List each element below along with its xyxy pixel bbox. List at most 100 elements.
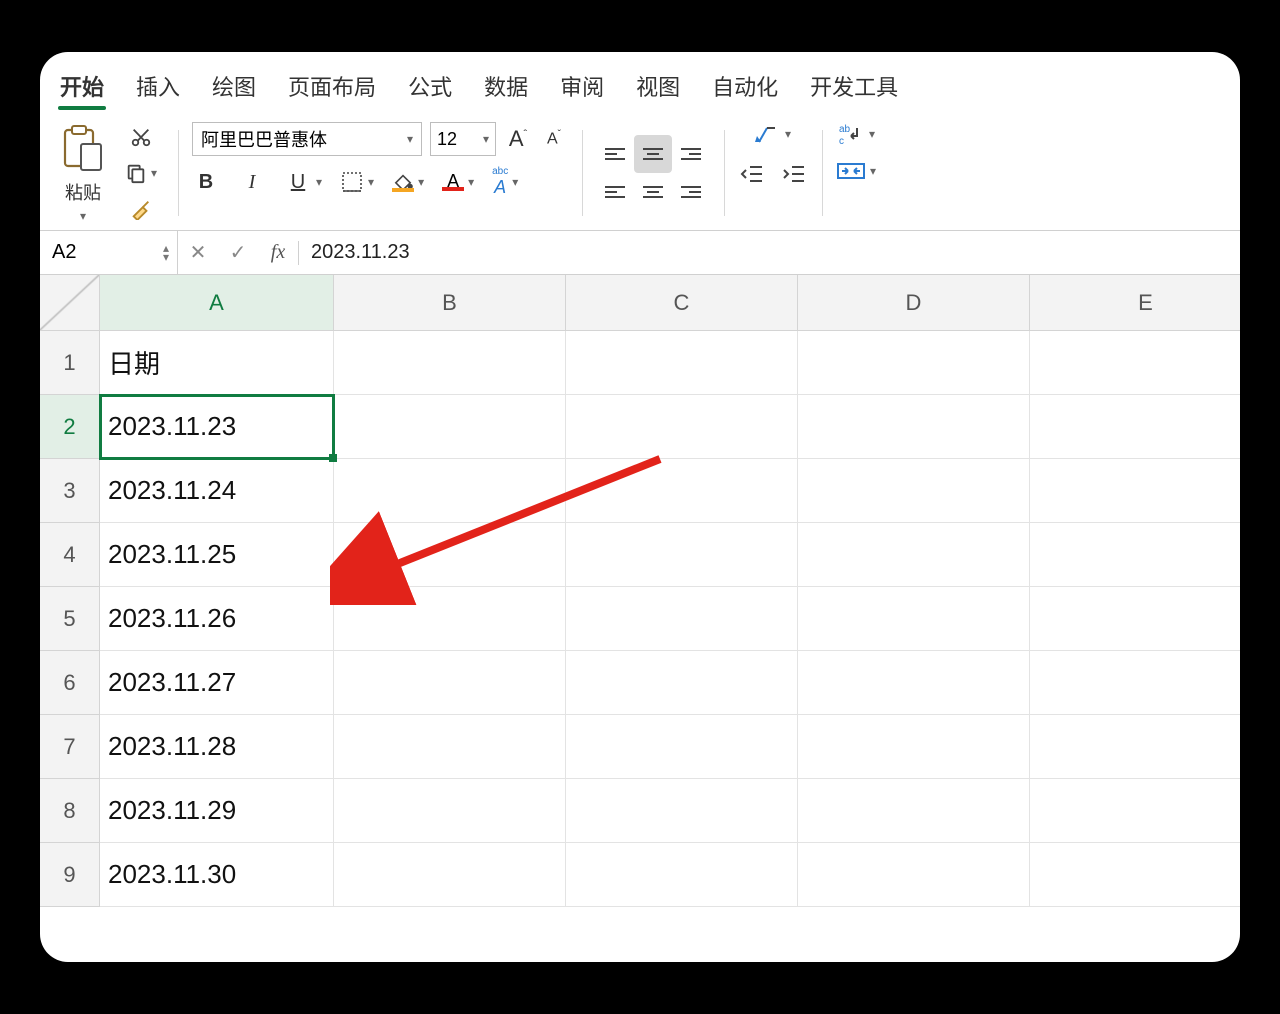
tab-view[interactable]: 视图 — [634, 66, 682, 112]
cut-button[interactable] — [118, 122, 164, 152]
align-right-button[interactable] — [672, 173, 710, 211]
tab-page-layout[interactable]: 页面布局 — [286, 66, 378, 112]
orientation-button[interactable]: ▾ — [755, 122, 791, 146]
cell[interactable] — [566, 779, 798, 843]
column-header[interactable]: D — [798, 275, 1030, 331]
cell[interactable] — [334, 715, 566, 779]
tab-draw[interactable]: 绘图 — [210, 66, 258, 112]
cell[interactable] — [1030, 523, 1240, 587]
cell[interactable] — [798, 779, 1030, 843]
align-center-button[interactable] — [634, 173, 672, 211]
cell[interactable]: 2023.11.25 — [100, 523, 334, 587]
cell[interactable] — [798, 523, 1030, 587]
tab-automate[interactable]: 自动化 — [710, 66, 780, 112]
worksheet[interactable]: ABCDE1日期22023.11.2332023.11.2442023.11.2… — [40, 275, 1240, 962]
cell[interactable] — [1030, 331, 1240, 395]
font-color-button[interactable]: A ▾ — [442, 173, 474, 191]
cell[interactable] — [566, 523, 798, 587]
cell[interactable]: 2023.11.28 — [100, 715, 334, 779]
row-header[interactable]: 9 — [40, 843, 100, 907]
cell[interactable] — [1030, 587, 1240, 651]
cancel-formula-button[interactable]: ✕ — [178, 231, 218, 274]
cell[interactable] — [798, 331, 1030, 395]
row-header[interactable]: 8 — [40, 779, 100, 843]
font-family-select[interactable]: 阿里巴巴普惠体 ▾ — [192, 122, 422, 156]
row-header[interactable]: 4 — [40, 523, 100, 587]
cell[interactable] — [566, 651, 798, 715]
row-header[interactable]: 2 — [40, 395, 100, 459]
decrease-font-button[interactable]: Aˇ — [540, 125, 568, 153]
font-size-select[interactable]: 12 ▾ — [430, 122, 496, 156]
select-all-corner[interactable] — [40, 275, 100, 331]
name-box[interactable]: A2 ▴▾ — [40, 231, 178, 274]
row-header[interactable]: 5 — [40, 587, 100, 651]
cell[interactable]: 2023.11.23 — [100, 395, 334, 459]
increase-indent-button[interactable] — [780, 160, 808, 188]
tab-formulas[interactable]: 公式 — [406, 66, 454, 112]
align-top-button[interactable] — [596, 135, 634, 173]
underline-button[interactable]: U ▾ — [284, 168, 322, 196]
fill-color-button[interactable]: ▾ — [392, 172, 424, 192]
cell[interactable] — [334, 587, 566, 651]
cell[interactable] — [566, 715, 798, 779]
row-header[interactable]: 3 — [40, 459, 100, 523]
cell[interactable] — [798, 459, 1030, 523]
cell[interactable] — [566, 587, 798, 651]
column-header[interactable]: A — [100, 275, 334, 331]
tab-developer[interactable]: 开发工具 — [808, 66, 900, 112]
cell[interactable] — [798, 587, 1030, 651]
bold-button[interactable]: B — [192, 168, 220, 196]
cell[interactable] — [566, 459, 798, 523]
format-painter-button[interactable] — [118, 194, 164, 224]
cell[interactable] — [1030, 843, 1240, 907]
cell[interactable] — [1030, 459, 1240, 523]
cell[interactable] — [566, 843, 798, 907]
column-header[interactable]: C — [566, 275, 798, 331]
merge-cells-button[interactable]: ▾ — [836, 160, 876, 182]
cell[interactable] — [798, 843, 1030, 907]
tab-data[interactable]: 数据 — [482, 66, 530, 112]
formula-input[interactable]: 2023.11.23 — [299, 241, 1240, 264]
cell[interactable] — [1030, 779, 1240, 843]
cell[interactable] — [1030, 715, 1240, 779]
cell[interactable] — [334, 395, 566, 459]
cell[interactable] — [334, 779, 566, 843]
cell[interactable]: 日期 — [100, 331, 334, 395]
cell[interactable] — [334, 331, 566, 395]
cell[interactable] — [334, 459, 566, 523]
tab-insert[interactable]: 插入 — [134, 66, 182, 112]
cell[interactable] — [334, 843, 566, 907]
row-header[interactable]: 6 — [40, 651, 100, 715]
tab-home[interactable]: 开始 — [58, 66, 106, 112]
align-bottom-button[interactable] — [672, 135, 710, 173]
italic-button[interactable]: I — [238, 168, 266, 196]
insert-function-button[interactable]: fx — [258, 231, 298, 274]
paste-button[interactable]: 粘贴 ▾ — [60, 123, 112, 223]
cell[interactable] — [1030, 651, 1240, 715]
cell[interactable]: 2023.11.29 — [100, 779, 334, 843]
cell[interactable] — [566, 395, 798, 459]
phonetic-guide-button[interactable]: abc A ▾ — [492, 166, 518, 198]
cell[interactable]: 2023.11.30 — [100, 843, 334, 907]
cell[interactable] — [334, 523, 566, 587]
cell[interactable] — [1030, 395, 1240, 459]
column-header[interactable]: E — [1030, 275, 1240, 331]
align-middle-button[interactable] — [634, 135, 672, 173]
cell[interactable] — [566, 331, 798, 395]
row-header[interactable]: 1 — [40, 331, 100, 395]
copy-button[interactable]: ▾ — [118, 158, 164, 188]
cell[interactable]: 2023.11.24 — [100, 459, 334, 523]
align-left-button[interactable] — [596, 173, 634, 211]
borders-button[interactable]: ▾ — [340, 170, 374, 194]
cell[interactable]: 2023.11.27 — [100, 651, 334, 715]
row-header[interactable]: 7 — [40, 715, 100, 779]
wrap-text-button[interactable]: ab c ▾ — [837, 122, 875, 146]
cell[interactable] — [798, 395, 1030, 459]
increase-font-button[interactable]: Aˆ — [504, 125, 532, 153]
cell[interactable] — [798, 715, 1030, 779]
confirm-formula-button[interactable]: ✓ — [218, 231, 258, 274]
cell[interactable]: 2023.11.26 — [100, 587, 334, 651]
cell[interactable] — [334, 651, 566, 715]
decrease-indent-button[interactable] — [738, 160, 766, 188]
column-header[interactable]: B — [334, 275, 566, 331]
